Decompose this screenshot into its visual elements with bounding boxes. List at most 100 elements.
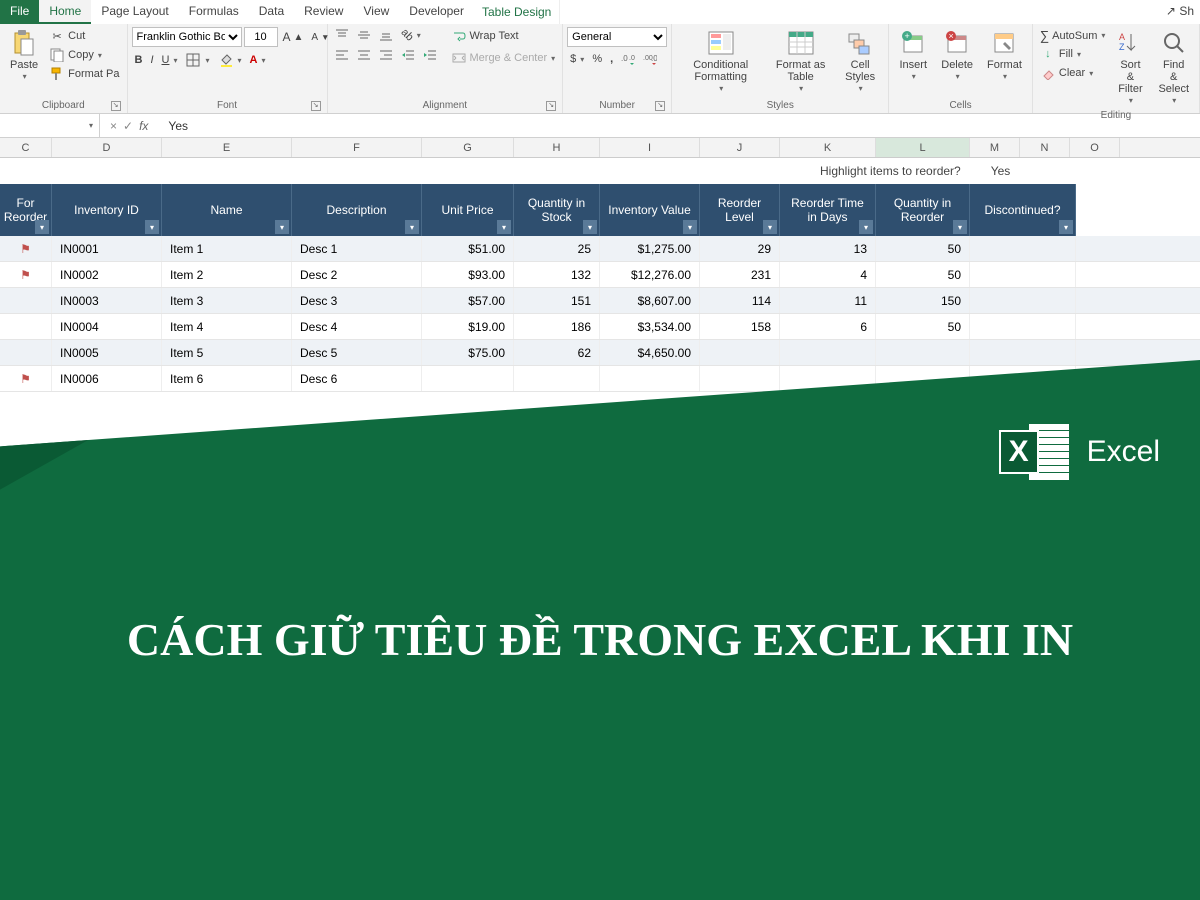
col-i[interactable]: I [600,138,700,157]
insert-button[interactable]: + Insert▾ [893,27,933,84]
filter-icon[interactable]: ▾ [145,220,159,234]
orientation-button[interactable]: ab▾ [398,28,424,42]
underline-button[interactable]: U▾ [159,53,181,67]
filter-icon[interactable]: ▾ [405,220,419,234]
table-row[interactable]: IN0005Item 5Desc 5$75.0062$4,650.00 [0,340,1200,366]
filter-icon[interactable]: ▾ [275,220,289,234]
filter-icon[interactable]: ▾ [859,220,873,234]
col-e[interactable]: E [162,138,292,157]
font-color-button[interactable]: A▾ [247,53,269,67]
font-size-input[interactable] [244,27,278,47]
tab-table-design[interactable]: Table Design [474,0,560,24]
align-middle-button[interactable] [354,27,374,43]
format-as-table-button[interactable]: Format as Table▾ [767,27,834,96]
th-desc[interactable]: Description▾ [292,184,422,236]
align-center-button[interactable] [354,47,374,63]
name-box[interactable]: ▾ [0,114,100,137]
filter-icon[interactable]: ▾ [953,220,967,234]
col-n[interactable]: N [1020,138,1070,157]
comma-button[interactable]: , [607,52,616,66]
fill-color-button[interactable]: ▾ [215,51,245,69]
increase-font-button[interactable]: A▲ [280,29,307,45]
filter-icon[interactable]: ▾ [497,220,511,234]
table-row[interactable]: IN0004Item 4Desc 4$19.00186$3,534.001586… [0,314,1200,340]
filter-icon[interactable]: ▾ [763,220,777,234]
clipboard-launcher[interactable]: ↘ [111,101,121,111]
tab-view[interactable]: View [353,0,399,24]
formula-input[interactable]: Yes [158,119,198,133]
cancel-formula-icon[interactable]: × [110,119,117,133]
tab-formulas[interactable]: Formulas [179,0,249,24]
tab-review[interactable]: Review [294,0,353,24]
increase-decimal-button[interactable]: .0.00 [618,51,638,67]
merge-center-button[interactable]: Merge & Center▾ [448,49,559,67]
border-button[interactable]: ▾ [182,51,212,69]
th-val[interactable]: Inventory Value▾ [600,184,700,236]
fx-icon[interactable]: fx [139,119,148,133]
currency-button[interactable]: $▾ [567,52,587,66]
col-l[interactable]: L [876,138,970,157]
col-f[interactable]: F [292,138,422,157]
th-disc[interactable]: Discontinued?▾ [970,184,1076,236]
highlight-value[interactable]: Yes [991,164,1011,178]
number-format-select[interactable]: General [567,27,667,47]
table-row[interactable]: ⚑IN0002Item 2Desc 2$93.00132$12,276.0023… [0,262,1200,288]
th-id[interactable]: Inventory ID▾ [52,184,162,236]
conditional-formatting-button[interactable]: Conditional Formatting▾ [676,27,765,96]
decrease-indent-button[interactable] [398,47,418,63]
percent-button[interactable]: % [589,52,605,66]
autosum-button[interactable]: ∑ AutoSum▾ [1037,27,1109,44]
clear-button[interactable]: Clear▾ [1037,64,1109,82]
th-stock[interactable]: Quantity in Stock▾ [514,184,600,236]
align-left-button[interactable] [332,47,352,63]
fill-button[interactable]: ↓Fill▾ [1037,45,1109,63]
copy-button[interactable]: Copy▾ [46,46,122,64]
col-m[interactable]: M [970,138,1020,157]
cell-styles-button[interactable]: Cell Styles▾ [836,27,884,96]
sort-filter-button[interactable]: AZ Sort & Filter▾ [1110,27,1150,108]
tab-data[interactable]: Data [249,0,294,24]
col-o[interactable]: O [1070,138,1120,157]
decrease-decimal-button[interactable]: .00.0 [640,51,660,67]
enter-formula-icon[interactable]: ✓ [123,119,133,133]
tab-page-layout[interactable]: Page Layout [91,0,178,24]
wrap-text-button[interactable]: Wrap Text [448,27,559,45]
align-bottom-button[interactable] [376,27,396,43]
share-button[interactable]: ↗ Sh [1160,0,1200,24]
alignment-launcher[interactable]: ↘ [546,101,556,111]
filter-icon[interactable]: ▾ [683,220,697,234]
col-d[interactable]: D [52,138,162,157]
filter-icon[interactable]: ▾ [35,220,49,234]
font-name-select[interactable]: Franklin Gothic Boo [132,27,242,47]
align-right-button[interactable] [376,47,396,63]
col-j[interactable]: J [700,138,780,157]
font-launcher[interactable]: ↘ [311,101,321,111]
tab-home[interactable]: Home [39,0,91,24]
th-rt[interactable]: Reorder Time in Days▾ [780,184,876,236]
increase-indent-button[interactable] [420,47,440,63]
filter-icon[interactable]: ▾ [583,220,597,234]
col-g[interactable]: G [422,138,514,157]
format-button[interactable]: Format▾ [981,27,1028,84]
italic-button[interactable]: I [147,53,156,67]
tab-developer[interactable]: Developer [399,0,474,24]
bold-button[interactable]: B [132,53,146,67]
delete-button[interactable]: × Delete▾ [935,27,979,84]
align-top-button[interactable] [332,27,352,43]
tab-file[interactable]: File [0,0,39,24]
th-rl[interactable]: Reorder Level▾ [700,184,780,236]
th-reorder[interactable]: For Reorder▾ [0,184,52,236]
filter-icon[interactable]: ▾ [1059,220,1073,234]
format-painter-button[interactable]: Format Pa [46,65,122,83]
th-price[interactable]: Unit Price▾ [422,184,514,236]
number-launcher[interactable]: ↘ [655,101,665,111]
th-name[interactable]: Name▾ [162,184,292,236]
col-h[interactable]: H [514,138,600,157]
table-row[interactable]: ⚑IN0001Item 1Desc 1$51.0025$1,275.002913… [0,236,1200,262]
find-select-button[interactable]: Find & Select▾ [1152,27,1195,108]
col-k[interactable]: K [780,138,876,157]
th-qr[interactable]: Quantity in Reorder▾ [876,184,970,236]
col-c[interactable]: C [0,138,52,157]
paste-button[interactable]: Paste▾ [4,27,44,84]
table-row[interactable]: IN0003Item 3Desc 3$57.00151$8,607.001141… [0,288,1200,314]
